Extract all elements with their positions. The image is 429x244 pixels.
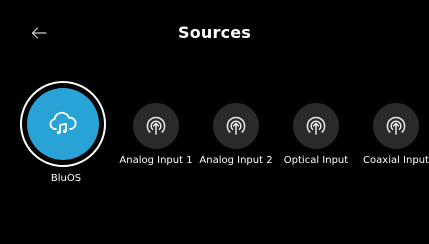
input-arrow-icon xyxy=(306,116,326,135)
page-title: Sources xyxy=(177,23,252,42)
analog-input-2-icon-circle xyxy=(213,103,259,149)
source-label-coaxial-input: Coaxial Input xyxy=(363,155,429,166)
input-arrow-icon xyxy=(386,116,406,135)
source-label-analog-input-1: Analog Input 1 xyxy=(119,155,193,166)
sources-screen: Sources BluOS Analog Input 1 Analog Inpu… xyxy=(0,0,429,244)
selected-ring xyxy=(20,81,106,167)
source-label-bluos: BluOS xyxy=(50,173,82,184)
bluos-icon-circle xyxy=(27,88,99,160)
source-label-optical-input: Optical Input xyxy=(283,155,349,166)
analog-input-1-icon-circle xyxy=(133,103,179,149)
optical-input-icon-circle xyxy=(293,103,339,149)
source-label-analog-input-2: Analog Input 2 xyxy=(199,155,273,166)
input-arrow-icon xyxy=(146,116,166,135)
cloud-music-icon xyxy=(49,111,77,135)
input-arrow-icon xyxy=(226,116,246,135)
coaxial-input-icon-circle xyxy=(373,103,419,149)
